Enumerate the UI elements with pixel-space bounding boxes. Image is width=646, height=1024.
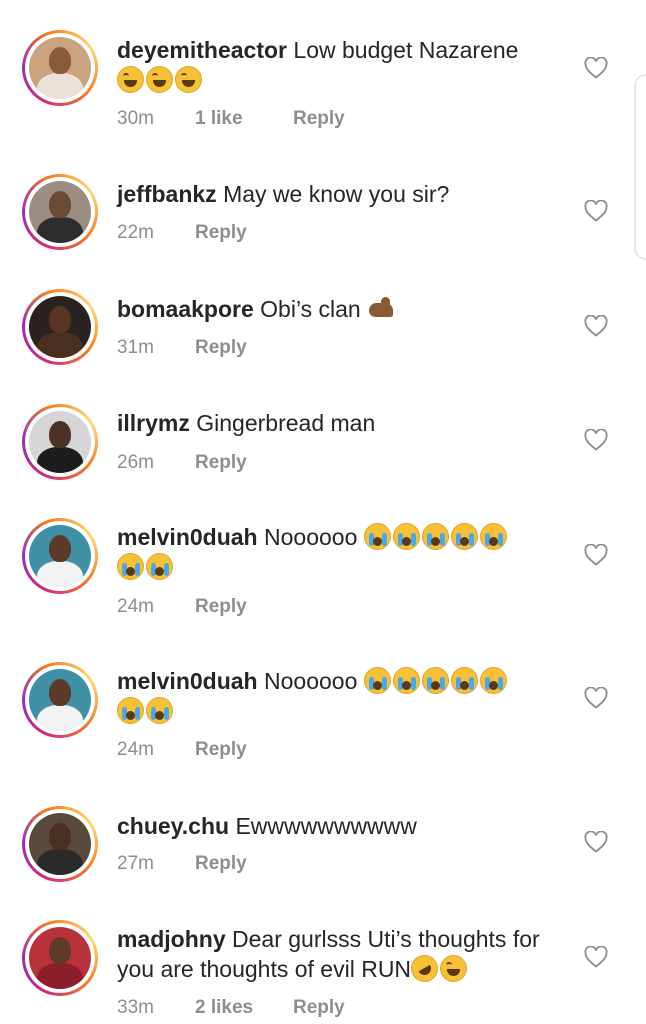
avatar[interactable] [22,174,98,250]
comment-username[interactable]: deyemitheactor [117,37,287,63]
comment-time: 24m [117,739,154,760]
laugh-emoji-icon [146,66,173,93]
heart-icon[interactable] [584,946,608,968]
comment-text: melvin0duah Noooooo [117,522,557,582]
comment-text: illrymz Gingerbread man [117,408,557,438]
cry-emoji-icon [479,667,507,694]
comment-time: 33m [117,997,154,1018]
comment-time: 30m [117,108,154,129]
comment-username[interactable]: madjohny [117,926,226,952]
comment-text: jeffbankz May we know you sir? [117,179,557,209]
cry-emoji-icon [363,667,391,694]
comment-text: melvin0duah Noooooo [117,666,557,726]
comment-username[interactable]: bomaakpore [117,296,254,322]
heart-icon[interactable] [584,429,608,451]
avatar[interactable] [22,404,98,480]
scrollbar-edge[interactable] [634,74,646,260]
reply-button[interactable]: Reply [195,221,247,245]
cry-emoji-icon [479,523,507,550]
comment-username[interactable]: jeffbankz [117,181,217,207]
reply-button[interactable]: Reply [195,595,247,619]
avatar[interactable] [22,806,98,882]
cry-emoji-icon [450,523,478,550]
comment-body: Noooooo [264,668,358,694]
comment-time: 27m [117,853,154,874]
cry-emoji-icon [363,523,391,550]
comment-time: 26m [117,452,154,473]
emoji-row [117,66,204,93]
muscle-emoji-icon [367,297,395,321]
cry-emoji-icon [392,523,420,550]
cry-emoji-icon [392,667,420,694]
comment-meta: 24m Reply [117,595,247,619]
comment-body: Gingerbread man [196,410,376,436]
comment-text: madjohny Dear gurlsss Uti’s thoughts for… [117,924,547,987]
avatar[interactable] [22,30,98,106]
comment-body: Ewwwwwwwwww [235,813,417,839]
avatar[interactable] [22,920,98,996]
avatar-image [29,525,91,587]
reply-button[interactable]: Reply [195,738,247,762]
reply-button[interactable]: Reply [195,852,247,876]
laugh-emoji-icon [440,955,468,982]
comment-meta: 27m Reply [117,852,247,876]
avatar[interactable] [22,289,98,365]
comment-body: May we know you sir? [223,181,450,207]
emoji-row [406,950,469,987]
comment-username[interactable]: chuey.chu [117,813,229,839]
avatar[interactable] [22,662,98,738]
cry-emoji-icon [146,697,173,724]
cry-emoji-icon [117,553,144,580]
comment-body: Noooooo [264,524,358,550]
avatar-image [29,411,91,473]
cry-emoji-icon [117,697,144,724]
reply-button[interactable]: Reply [195,451,247,475]
avatar-image [29,927,91,989]
comment-meta: 30m 1 like Reply [117,107,345,131]
heart-icon[interactable] [584,687,608,709]
comment-text: deyemitheactor Low budget Nazarene [117,35,557,95]
reply-button[interactable]: Reply [293,996,345,1020]
comment-username[interactable]: melvin0duah [117,524,258,550]
heart-icon[interactable] [584,57,608,79]
avatar-image [29,181,91,243]
avatar-image [29,296,91,358]
comment-time: 24m [117,596,154,617]
heart-icon[interactable] [584,544,608,566]
emoji-row [367,296,395,322]
comment-meta: 26m Reply [117,451,247,475]
avatar-image [29,669,91,731]
laugh-emoji-icon [117,66,144,93]
comment-text: bomaakpore Obi’s clan [117,294,557,324]
comment-text: chuey.chu Ewwwwwwwwww [117,811,557,841]
comment-body: Low budget Nazarene [293,37,519,63]
cry-emoji-icon [421,523,449,550]
rofl-emoji-icon [406,950,443,987]
laugh-emoji-icon [175,66,202,93]
comment-meta: 24m Reply [117,738,247,762]
comment-username[interactable]: melvin0duah [117,668,258,694]
heart-icon[interactable] [584,200,608,222]
comment-time: 22m [117,222,154,243]
comment-likes[interactable]: 2 likes [195,996,293,1020]
cry-emoji-icon [450,667,478,694]
avatar-image [29,813,91,875]
comment-time: 31m [117,337,154,358]
reply-button[interactable]: Reply [195,336,247,360]
comment-meta: 22m Reply [117,221,247,245]
avatar[interactable] [22,518,98,594]
cry-emoji-icon [146,553,173,580]
cry-emoji-icon [421,667,449,694]
comment-username[interactable]: illrymz [117,410,190,436]
heart-icon[interactable] [584,315,608,337]
avatar-image [29,37,91,99]
comment-meta: 31m Reply [117,336,247,360]
comment-body: Obi’s clan [260,296,361,322]
comment-meta: 33m 2 likes Reply [117,996,345,1020]
comment-likes[interactable]: 1 like [195,107,293,131]
heart-icon[interactable] [584,831,608,853]
reply-button[interactable]: Reply [293,107,345,131]
